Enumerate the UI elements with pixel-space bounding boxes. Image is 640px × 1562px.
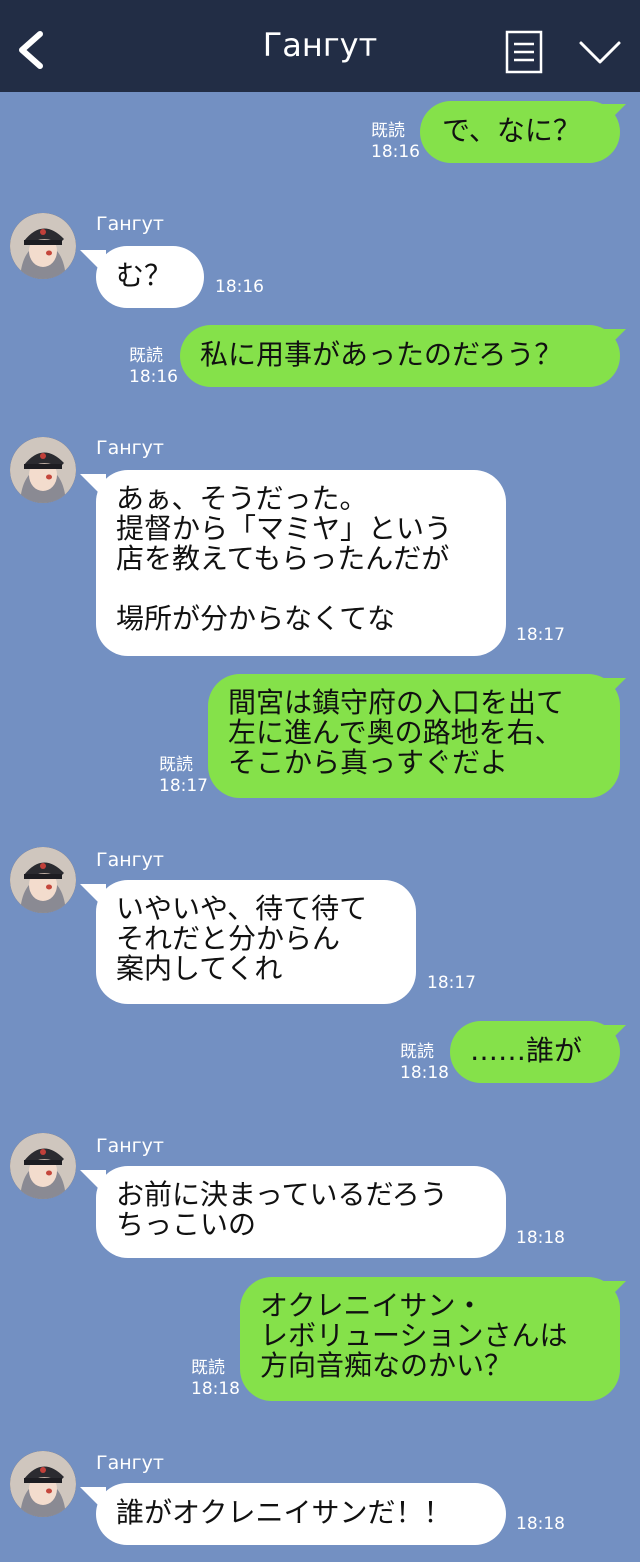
message-meta: 既読 18:16 bbox=[129, 346, 178, 388]
message-bubble[interactable]: お前に決まっているだろう ちっこいの bbox=[96, 1166, 506, 1258]
message-time: 18:16 bbox=[129, 367, 178, 387]
sender-name: Гангут bbox=[96, 849, 164, 871]
read-receipt: 既読 bbox=[159, 755, 193, 775]
message-time: 18:18 bbox=[400, 1063, 449, 1083]
message-meta: 既読 18:18 bbox=[400, 1042, 449, 1084]
message-meta: 既読 18:17 bbox=[159, 755, 208, 797]
sender-name: Гангут bbox=[96, 1135, 164, 1157]
message-bubble[interactable]: 間宮は鎮守府の入口を出て 左に進んで奥の路地を右、 そこから真っすぐだよ bbox=[208, 674, 620, 798]
message-time: 18:18 bbox=[516, 1514, 565, 1534]
message-time: 18:18 bbox=[191, 1379, 240, 1399]
read-receipt: 既読 bbox=[129, 346, 163, 366]
avatar-image bbox=[10, 1451, 76, 1517]
message-bubble[interactable]: オクレニイサン・ レボリューションさんは 方向音痴なのかい？ bbox=[240, 1277, 620, 1401]
message-time: 18:17 bbox=[427, 973, 476, 993]
avatar-image bbox=[10, 213, 76, 279]
read-receipt: 既読 bbox=[191, 1358, 225, 1378]
message-bubble[interactable]: ……誰が bbox=[450, 1021, 620, 1083]
notes-menu-icon[interactable] bbox=[505, 30, 543, 74]
message-time: 18:16 bbox=[215, 277, 264, 297]
message-time: 18:17 bbox=[516, 625, 565, 645]
chat-title: Гангут bbox=[262, 26, 378, 64]
read-receipt: 既読 bbox=[371, 121, 405, 141]
avatar-image bbox=[10, 437, 76, 503]
avatar-image bbox=[10, 1133, 76, 1199]
message-bubble[interactable]: で、なに？ bbox=[420, 101, 620, 163]
message-bubble[interactable]: いやいや、待て待て それだと分からん 案内してくれ bbox=[96, 880, 416, 1004]
avatar[interactable] bbox=[10, 847, 76, 913]
read-receipt: 既読 bbox=[400, 1042, 434, 1062]
message-time: 18:17 bbox=[159, 776, 208, 796]
message-time: 18:18 bbox=[516, 1228, 565, 1248]
avatar-image bbox=[10, 847, 76, 913]
message-time: 18:16 bbox=[371, 142, 420, 162]
chat-header: Гангут bbox=[0, 0, 640, 92]
message-meta: 既読 18:18 bbox=[191, 1358, 240, 1400]
avatar[interactable] bbox=[10, 1133, 76, 1199]
avatar[interactable] bbox=[10, 1451, 76, 1517]
avatar[interactable] bbox=[10, 437, 76, 503]
sender-name: Гангут bbox=[96, 1452, 164, 1474]
chevron-down-icon[interactable] bbox=[578, 38, 622, 68]
message-bubble[interactable]: む？ bbox=[96, 246, 204, 308]
sender-name: Гангут bbox=[96, 213, 164, 235]
avatar[interactable] bbox=[10, 213, 76, 279]
sender-name: Гангут bbox=[96, 437, 164, 459]
message-bubble[interactable]: 誰がオクレニイサンだ！！ bbox=[96, 1483, 506, 1545]
message-bubble[interactable]: 私に用事があったのだろう？ bbox=[180, 325, 620, 387]
message-bubble[interactable]: あぁ、そうだった。 提督から「マミヤ」という 店を教えてもらったんだが 場所が分… bbox=[96, 470, 506, 656]
message-meta: 既読 18:16 bbox=[371, 121, 420, 163]
